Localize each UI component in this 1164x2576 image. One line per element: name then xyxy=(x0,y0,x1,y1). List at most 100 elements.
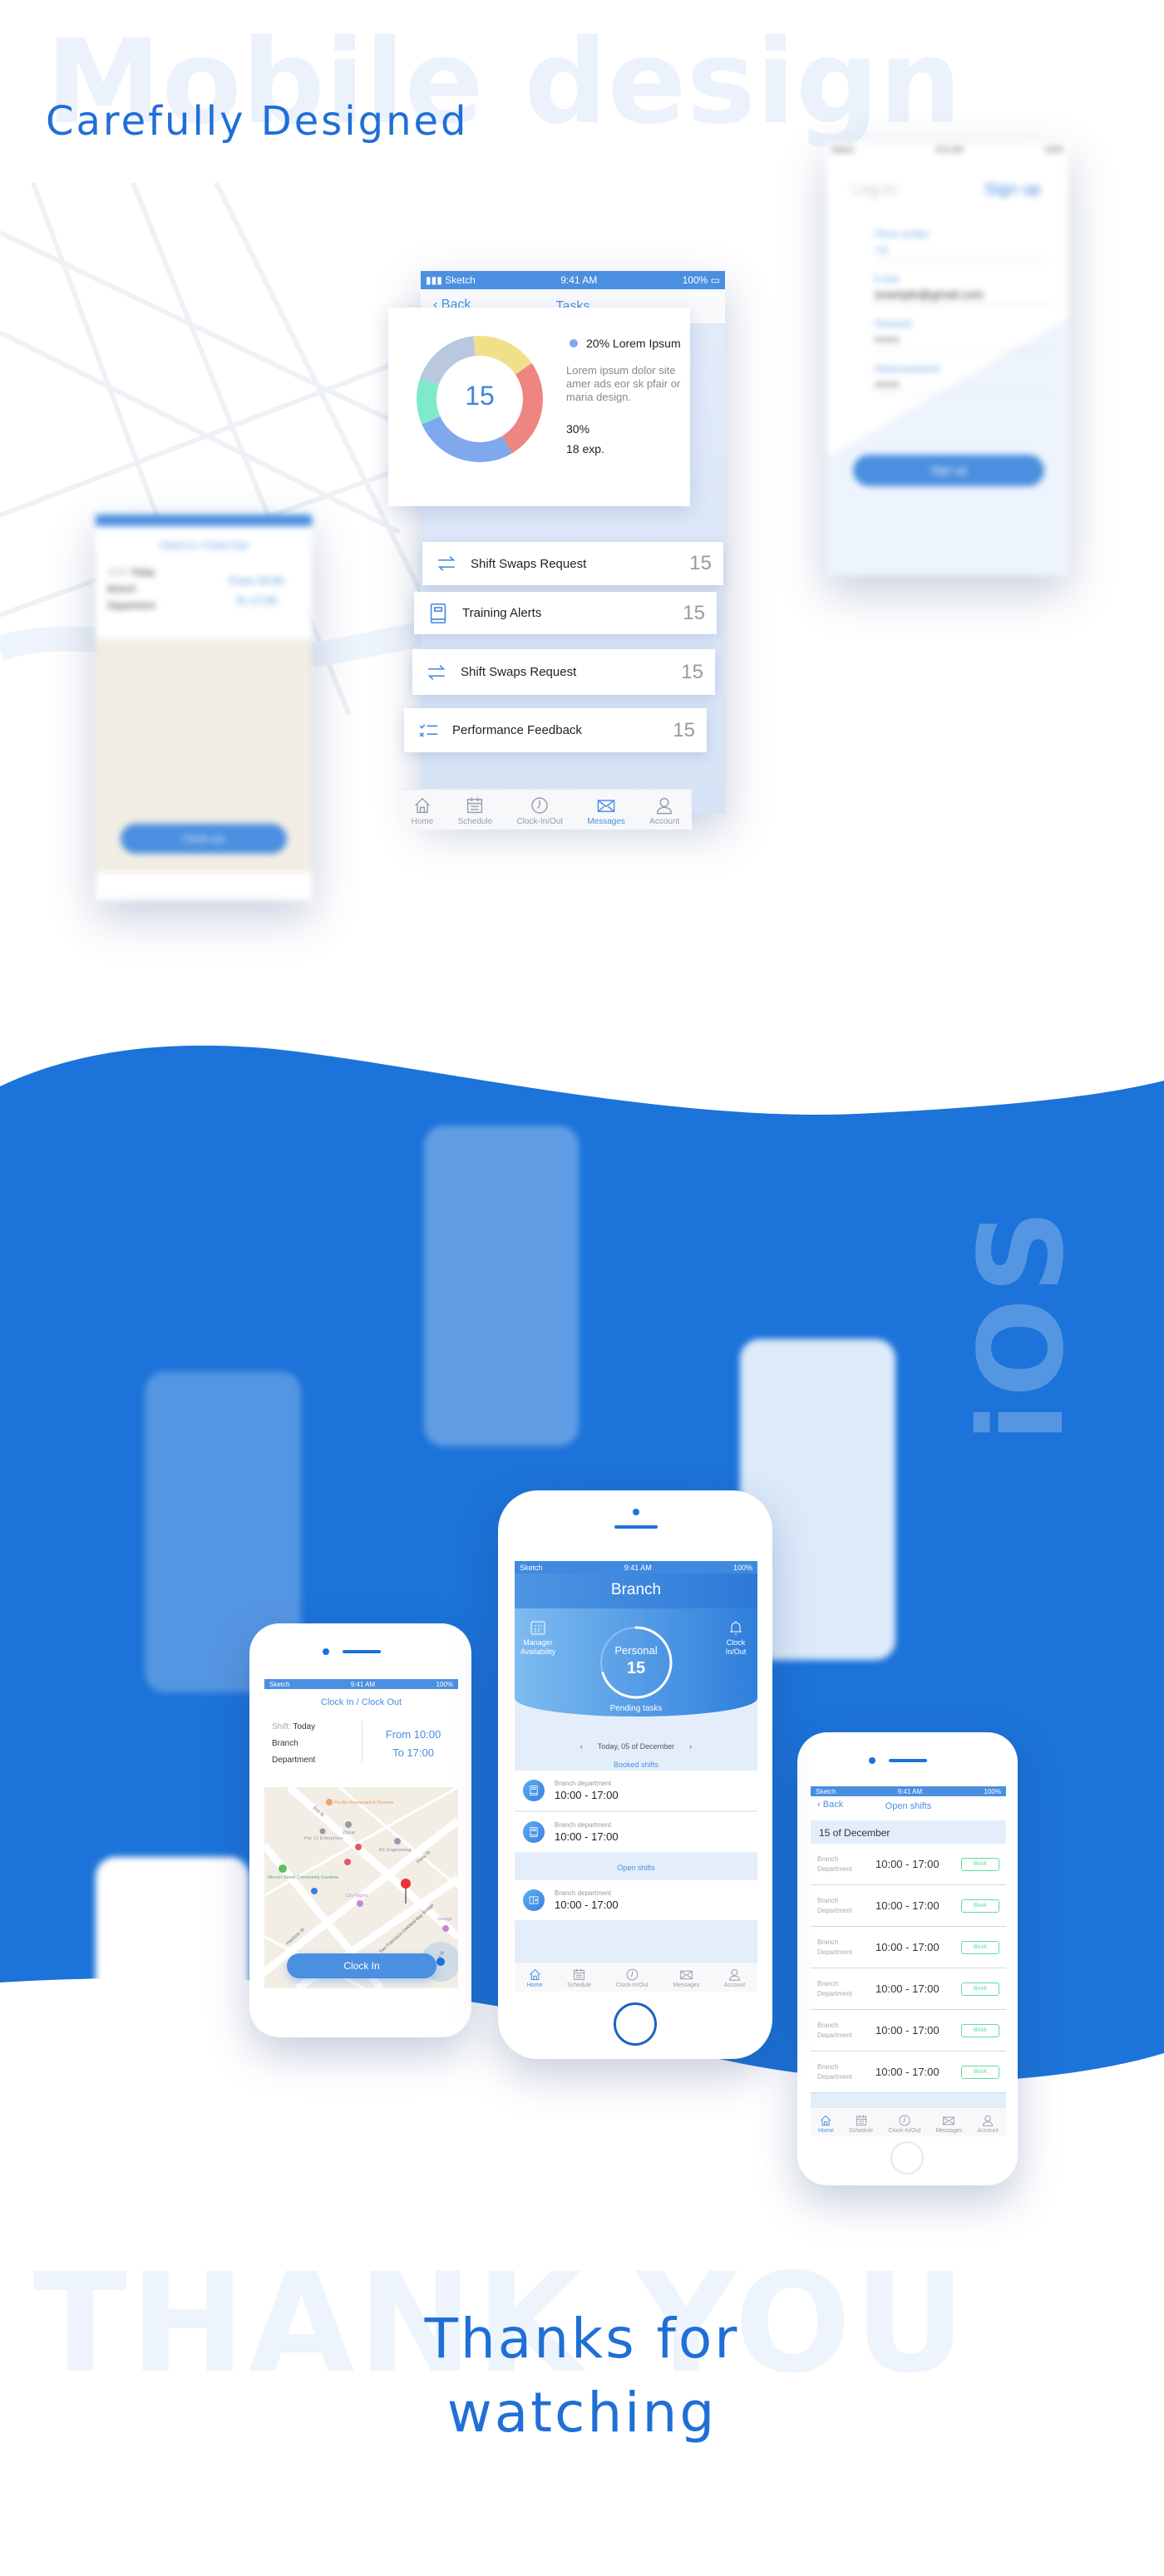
booked-shift-list: Branch department 10:00 - 17:00 Branch dep… xyxy=(515,1771,757,1854)
to-time: To 17:00 xyxy=(392,1746,434,1759)
shift-department: Branch Department xyxy=(817,2062,852,2081)
phone-field[interactable]: +1 xyxy=(875,239,1049,260)
tab-label: Messages xyxy=(935,2128,963,2134)
envelope-icon xyxy=(680,1970,693,1980)
tab-clock-in-out[interactable]: Clock-In/Out xyxy=(517,795,563,826)
footer-line-1: Thanks for xyxy=(424,2307,740,2371)
battery: 100% xyxy=(984,1787,1001,1795)
book-button[interactable]: Book xyxy=(961,1857,999,1871)
tab-label: Account xyxy=(649,817,680,826)
donut-segment xyxy=(420,336,476,386)
task-count: 15 xyxy=(689,552,712,574)
blurred-clock-phone: Clock In / Clock Out Shift: Today Branch… xyxy=(96,515,312,900)
tab-bar: Home Schedule Clock-In/Out Messages Account xyxy=(811,2107,1006,2136)
task-list-item[interactable]: Performance Feedback 15 xyxy=(404,708,707,752)
stat-percent: 30% xyxy=(566,422,590,436)
task-list-item[interactable]: Shift Swaps Request 15 xyxy=(422,542,723,585)
shift-icon-badge xyxy=(523,1780,545,1801)
repeat-password-field[interactable]: •••••• xyxy=(875,374,1049,395)
shift-time: 10:00 - 17:00 xyxy=(555,1789,619,1801)
donut-segment xyxy=(422,416,513,462)
task-count: 15 xyxy=(673,718,695,741)
map-label: Garage xyxy=(437,1917,452,1922)
status-time: 9:41 AM xyxy=(897,1787,923,1795)
department-label: Department xyxy=(107,601,155,611)
donut-center-value: 15 xyxy=(465,381,495,411)
password-label: Password xyxy=(875,320,911,329)
book-icon xyxy=(430,603,446,623)
book-button[interactable]: Book xyxy=(961,2023,999,2037)
tab-clock-in-out[interactable]: Clock-In/Out xyxy=(616,1968,649,1988)
to-time: To 17:00 xyxy=(235,594,278,607)
tab-schedule[interactable]: Schedule xyxy=(458,795,492,826)
email-field[interactable]: example@gmail.com xyxy=(875,284,1049,305)
date-label: Today, 05 of December xyxy=(597,1742,675,1751)
shift-time: 10:00 - 17:00 xyxy=(875,1941,940,1953)
home-button[interactable] xyxy=(890,2141,924,2175)
tab-home[interactable]: Home xyxy=(527,1968,542,1988)
shift-row[interactable]: Branch department 10:00 - 17:00 xyxy=(515,1880,757,1922)
tab-messages[interactable]: Messages xyxy=(587,795,625,826)
tab-schedule[interactable]: Schedule xyxy=(849,2114,873,2134)
repeat-password-label: Repeat password xyxy=(875,365,940,374)
shift-row[interactable]: Branch department 10:00 - 17:00 xyxy=(515,1771,757,1812)
shift-time: 10:00 - 17:00 xyxy=(875,2066,940,2078)
book-icon xyxy=(530,1826,538,1838)
book-button[interactable]: Book xyxy=(961,2065,999,2079)
shift-icon-badge xyxy=(523,1889,545,1911)
shift-row[interactable]: Branch department 10:00 - 17:00 xyxy=(515,1812,757,1854)
open-shift-row: Branch Department 10:00 - 17:00 Book xyxy=(811,1968,1006,2010)
book-button[interactable]: Book xyxy=(961,1940,999,1954)
tab-messages[interactable]: Messages xyxy=(935,2114,962,2134)
ios-label: iOS xyxy=(954,1204,1090,1442)
battery: 100% ▭ xyxy=(682,274,720,286)
camera-icon xyxy=(323,1648,329,1655)
signup-button[interactable]: Sign up xyxy=(853,455,1044,486)
tab-home[interactable]: Home xyxy=(818,2114,834,2134)
shift-department: Branch department xyxy=(555,1889,612,1897)
shift-department: Branch Department xyxy=(817,2021,852,2039)
status-time: 9:41 AM xyxy=(560,274,598,286)
camera-icon xyxy=(869,1757,875,1764)
donut-card: 15 20% Lorem Ipsum Lorem ipsum dolor sit… xyxy=(388,308,690,506)
book-button[interactable]: Book xyxy=(961,1899,999,1913)
home-icon xyxy=(529,1968,540,1980)
tab-account[interactable]: Account xyxy=(978,2114,999,2134)
next-day-button[interactable]: › xyxy=(689,1742,692,1751)
password-field[interactable]: •••••• xyxy=(875,329,1049,350)
tab-bar: Home Schedule Clock-In/Out Messages Account xyxy=(515,1962,757,1992)
shift-department: Branch Department xyxy=(817,1938,852,1956)
calendar-icon xyxy=(574,1968,585,1980)
tab-signup[interactable]: Sign up xyxy=(984,180,1041,199)
clock-icon xyxy=(899,2115,910,2126)
tab-home[interactable]: Home xyxy=(412,795,433,826)
clock-in-out-button[interactable]: Clock In/Out xyxy=(714,1619,757,1657)
branch-label: Branch xyxy=(272,1739,298,1748)
tab-account[interactable]: Account xyxy=(649,795,679,826)
tab-messages[interactable]: Messages xyxy=(673,1968,699,1988)
task-list-item[interactable]: Training Alerts 15 xyxy=(414,592,717,634)
task-count: 15 xyxy=(683,601,705,624)
book-button[interactable]: Book xyxy=(961,1982,999,1996)
calendar-icon xyxy=(467,797,483,814)
shift-icon-badge xyxy=(523,1821,545,1843)
ring-value: 15 xyxy=(626,1659,646,1677)
user-icon xyxy=(657,797,673,815)
task-list-item[interactable]: Shift Swaps Request 15 xyxy=(412,649,715,695)
prev-day-button[interactable]: ‹ xyxy=(580,1742,583,1751)
clock-out-button[interactable]: Clock out xyxy=(121,824,287,854)
tab-account[interactable]: Account xyxy=(724,1968,745,1988)
tab-schedule[interactable]: Schedule xyxy=(567,1968,591,1988)
tab-login[interactable]: Log in xyxy=(851,180,897,199)
book-icon xyxy=(530,1785,538,1796)
tab-clock-in-out[interactable]: Clock-In/Out xyxy=(888,2114,920,2134)
manager-availability-button[interactable]: Manager Availability xyxy=(515,1619,561,1657)
task-label: Shift Swaps Request xyxy=(461,665,577,679)
shift-time: 10:00 - 17:00 xyxy=(875,1899,940,1912)
home-button[interactable] xyxy=(614,2002,657,2046)
open-shifts-phone: Sketch 9:41 AM 100% ‹ Back Open shifts 15 … xyxy=(797,1732,1018,2185)
clock-icon xyxy=(626,1968,639,1981)
shift-department: Branch Department xyxy=(817,1854,852,1873)
map-label: Pacific Restaurant & Pizzeria xyxy=(334,1800,394,1805)
clock-in-button[interactable]: Clock In xyxy=(287,1953,436,1978)
